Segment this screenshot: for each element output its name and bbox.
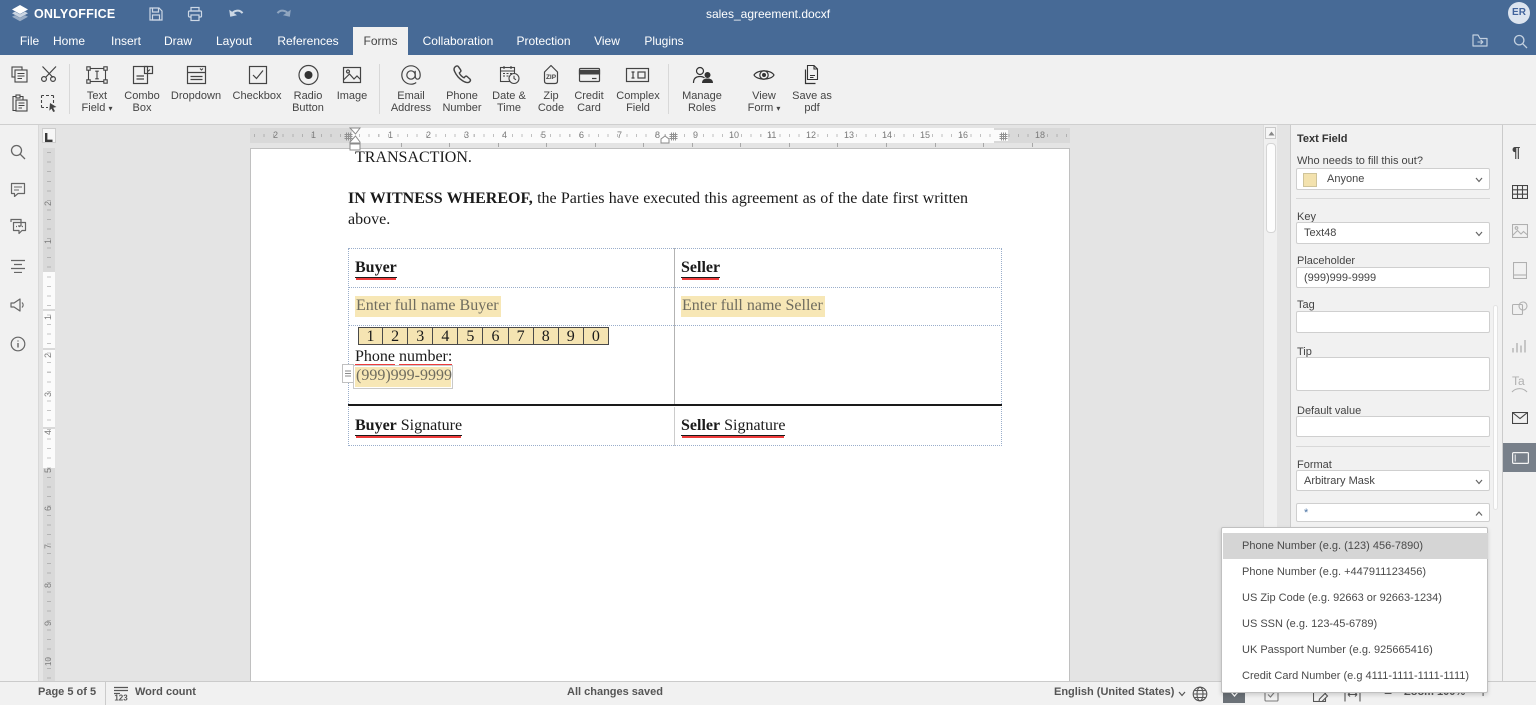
- svg-text:123: 123: [114, 694, 128, 702]
- svg-text:ZIP: ZIP: [546, 74, 557, 81]
